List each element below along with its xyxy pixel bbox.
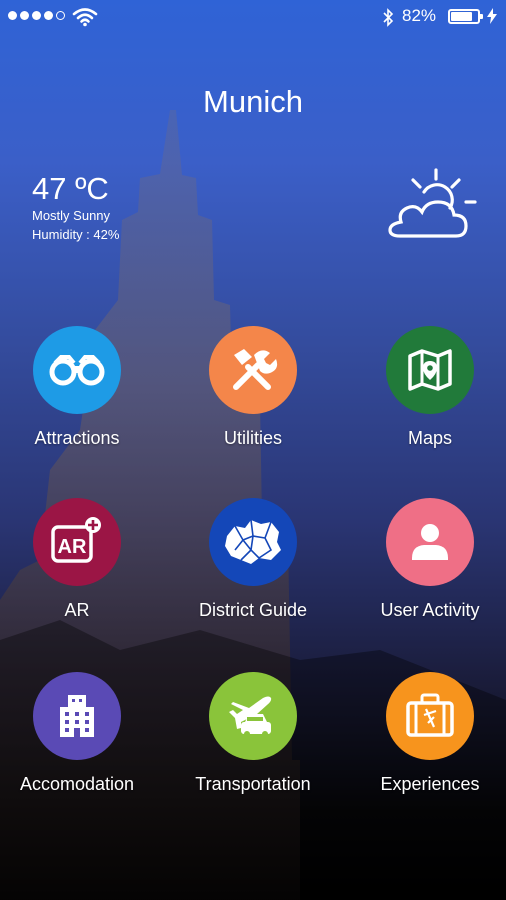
menu-icon-circle[interactable]	[386, 498, 474, 586]
menu-item-user-activity[interactable]: User Activity	[350, 498, 506, 621]
menu-item-label: Experiences	[380, 774, 480, 794]
suitcase-icon	[406, 693, 454, 737]
menu-item-label: Maps	[407, 428, 452, 448]
user-icon	[412, 524, 448, 560]
menu-item-label: Accomodation	[19, 774, 135, 794]
bluetooth-icon	[383, 8, 394, 27]
map-icon	[408, 349, 452, 391]
ar-icon: AR	[51, 517, 101, 563]
tools-icon	[233, 349, 278, 390]
wifi-icon	[72, 8, 98, 27]
menu-item-district-guide[interactable]: District Guide	[173, 498, 333, 621]
menu-item-label: AR	[64, 600, 90, 620]
weather-widget: 47 ºC Mostly Sunny Humidity : 42%	[32, 171, 120, 243]
charging-icon	[487, 8, 497, 24]
menu-icon-circle[interactable]	[209, 326, 297, 414]
humidity: Humidity : 42%	[32, 227, 120, 242]
partly-sunny-icon	[388, 168, 477, 238]
menu-item-transportation[interactable]: Transportation	[173, 672, 333, 795]
menu-item-label: Utilities	[223, 428, 282, 448]
menu-item-label: User Activity	[380, 600, 480, 620]
battery-percent: 82%	[402, 6, 437, 25]
menu-item-label: Transportation	[195, 774, 311, 794]
menu-item-accomodation[interactable]: Accomodation	[0, 672, 157, 795]
menu-icon-circle[interactable]	[209, 498, 297, 586]
menu-item-maps[interactable]: Maps	[350, 326, 506, 449]
menu-item-label: Attractions	[34, 428, 120, 448]
temperature: 47 ºC	[32, 171, 109, 206]
menu-item-experiences[interactable]: Experiences	[350, 672, 506, 795]
binoculars-icon	[49, 355, 105, 386]
battery-icon	[448, 9, 483, 24]
page-title: Munich	[203, 84, 303, 119]
menu-icon-circle[interactable]	[33, 672, 121, 760]
svg-text:AR: AR	[58, 536, 87, 558]
building-icon	[60, 695, 94, 737]
menu-item-ar[interactable]: AR AR	[0, 498, 157, 621]
menu-item-label: District Guide	[198, 600, 308, 620]
menu-item-attractions[interactable]: Attractions	[0, 326, 157, 449]
plane-car-icon	[229, 696, 272, 737]
menu-icon-circle[interactable]	[33, 326, 121, 414]
menu-icon-circle[interactable]	[386, 672, 474, 760]
status-bar: 82%	[0, 0, 506, 34]
menu-icon-circle[interactable]	[386, 326, 474, 414]
menu-item-utilities[interactable]: Utilities	[173, 326, 333, 449]
district-map-icon	[225, 519, 281, 564]
weather-condition: Mostly Sunny	[32, 208, 111, 223]
signal-icon	[8, 11, 65, 20]
menu-icon-circle[interactable]	[209, 672, 297, 760]
menu-icon-circle[interactable]: AR	[33, 498, 121, 586]
